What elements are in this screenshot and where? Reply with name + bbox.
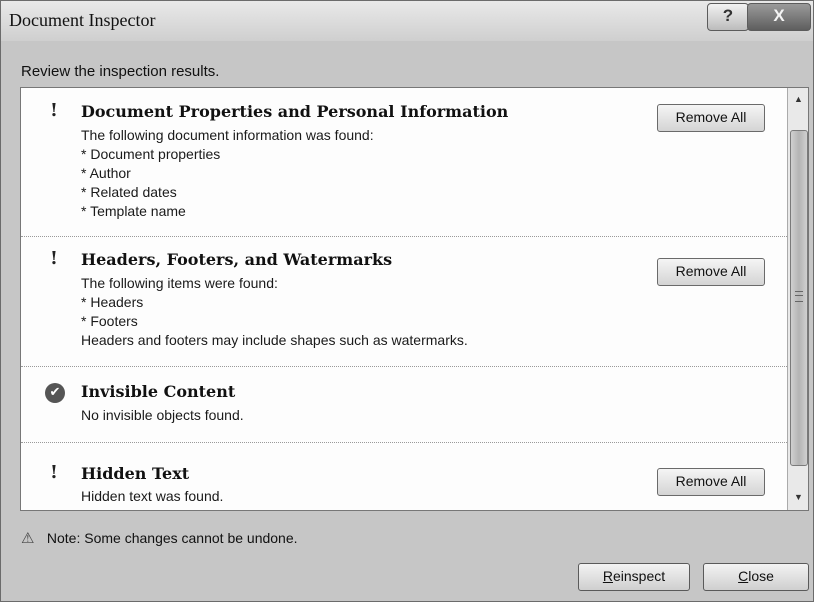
detail-line: * Document properties bbox=[81, 146, 221, 162]
check-icon: ✔ bbox=[45, 383, 65, 403]
detail-line: Headers and footers may include shapes s… bbox=[81, 332, 468, 348]
section-title: Invisible Content bbox=[81, 382, 236, 401]
section-title: Hidden Text bbox=[81, 464, 190, 483]
section-details: The following items were found: * Header… bbox=[81, 274, 468, 350]
section-invisible-content: ✔ Invisible Content No invisible objects… bbox=[21, 366, 787, 443]
reinspect-mnemonic: R bbox=[602, 568, 613, 584]
review-instructions: Review the inspection results. bbox=[21, 63, 220, 80]
section-document-properties: ! Document Properties and Personal Infor… bbox=[21, 88, 787, 237]
grip-icon bbox=[795, 291, 803, 302]
detail-line: Hidden text was found. bbox=[81, 488, 224, 504]
title-bar[interactable]: Document Inspector ? X bbox=[1, 1, 813, 41]
close-mnemonic: C bbox=[738, 568, 749, 584]
window-title: Document Inspector bbox=[9, 10, 156, 30]
document-inspector-dialog: Document Inspector ? X Review the inspec… bbox=[0, 0, 814, 602]
detail-line: The following document information was f… bbox=[81, 127, 374, 143]
section-details: Hidden text was found. bbox=[81, 487, 223, 506]
section-details: The following document information was f… bbox=[81, 126, 374, 221]
section-title: Headers, Footers, and Watermarks bbox=[81, 250, 393, 269]
note-row: ⚠ Note: Some changes cannot be undone. bbox=[21, 529, 298, 547]
detail-line: * Footers bbox=[81, 313, 138, 329]
remove-all-button[interactable]: Remove All bbox=[657, 468, 765, 496]
detail-line: The following items were found: bbox=[81, 275, 278, 291]
scroll-down-icon[interactable]: ▼ bbox=[789, 488, 808, 506]
detail-line: No invisible objects found. bbox=[81, 407, 244, 423]
section-headers-footers: ! Headers, Footers, and Watermarks The f… bbox=[21, 236, 787, 367]
reinspect-label: einspect bbox=[612, 568, 666, 584]
section-title: Document Properties and Personal Informa… bbox=[81, 102, 509, 121]
detail-line: * Author bbox=[81, 165, 131, 181]
section-details: No invisible objects found. bbox=[81, 406, 244, 425]
close-label: lose bbox=[748, 568, 774, 584]
remove-all-button[interactable]: Remove All bbox=[657, 104, 765, 132]
remove-all-button[interactable]: Remove All bbox=[657, 258, 765, 286]
section-hidden-text: ! Hidden Text Hidden text was found. Rem… bbox=[21, 442, 787, 510]
scroll-up-icon[interactable]: ▲ bbox=[789, 90, 808, 108]
warning-icon: ! bbox=[50, 248, 58, 269]
detail-line: * Headers bbox=[81, 294, 144, 310]
vertical-scrollbar[interactable]: ▲ ▼ bbox=[787, 88, 808, 510]
reinspect-button[interactable]: Reinspect bbox=[578, 563, 690, 591]
note-text: Note: Some changes cannot be undone. bbox=[46, 530, 298, 546]
scroll-thumb[interactable] bbox=[790, 130, 808, 466]
window-close-button[interactable]: X bbox=[747, 3, 811, 31]
inspection-results-list: ! Document Properties and Personal Infor… bbox=[20, 87, 809, 511]
warning-triangle-icon: ⚠ bbox=[21, 529, 35, 547]
warning-icon: ! bbox=[50, 462, 58, 483]
close-button[interactable]: Close bbox=[703, 563, 809, 591]
detail-line: * Template name bbox=[81, 203, 186, 219]
help-button[interactable]: ? bbox=[707, 3, 749, 31]
warning-icon: ! bbox=[50, 100, 58, 121]
detail-line: * Related dates bbox=[81, 184, 177, 200]
